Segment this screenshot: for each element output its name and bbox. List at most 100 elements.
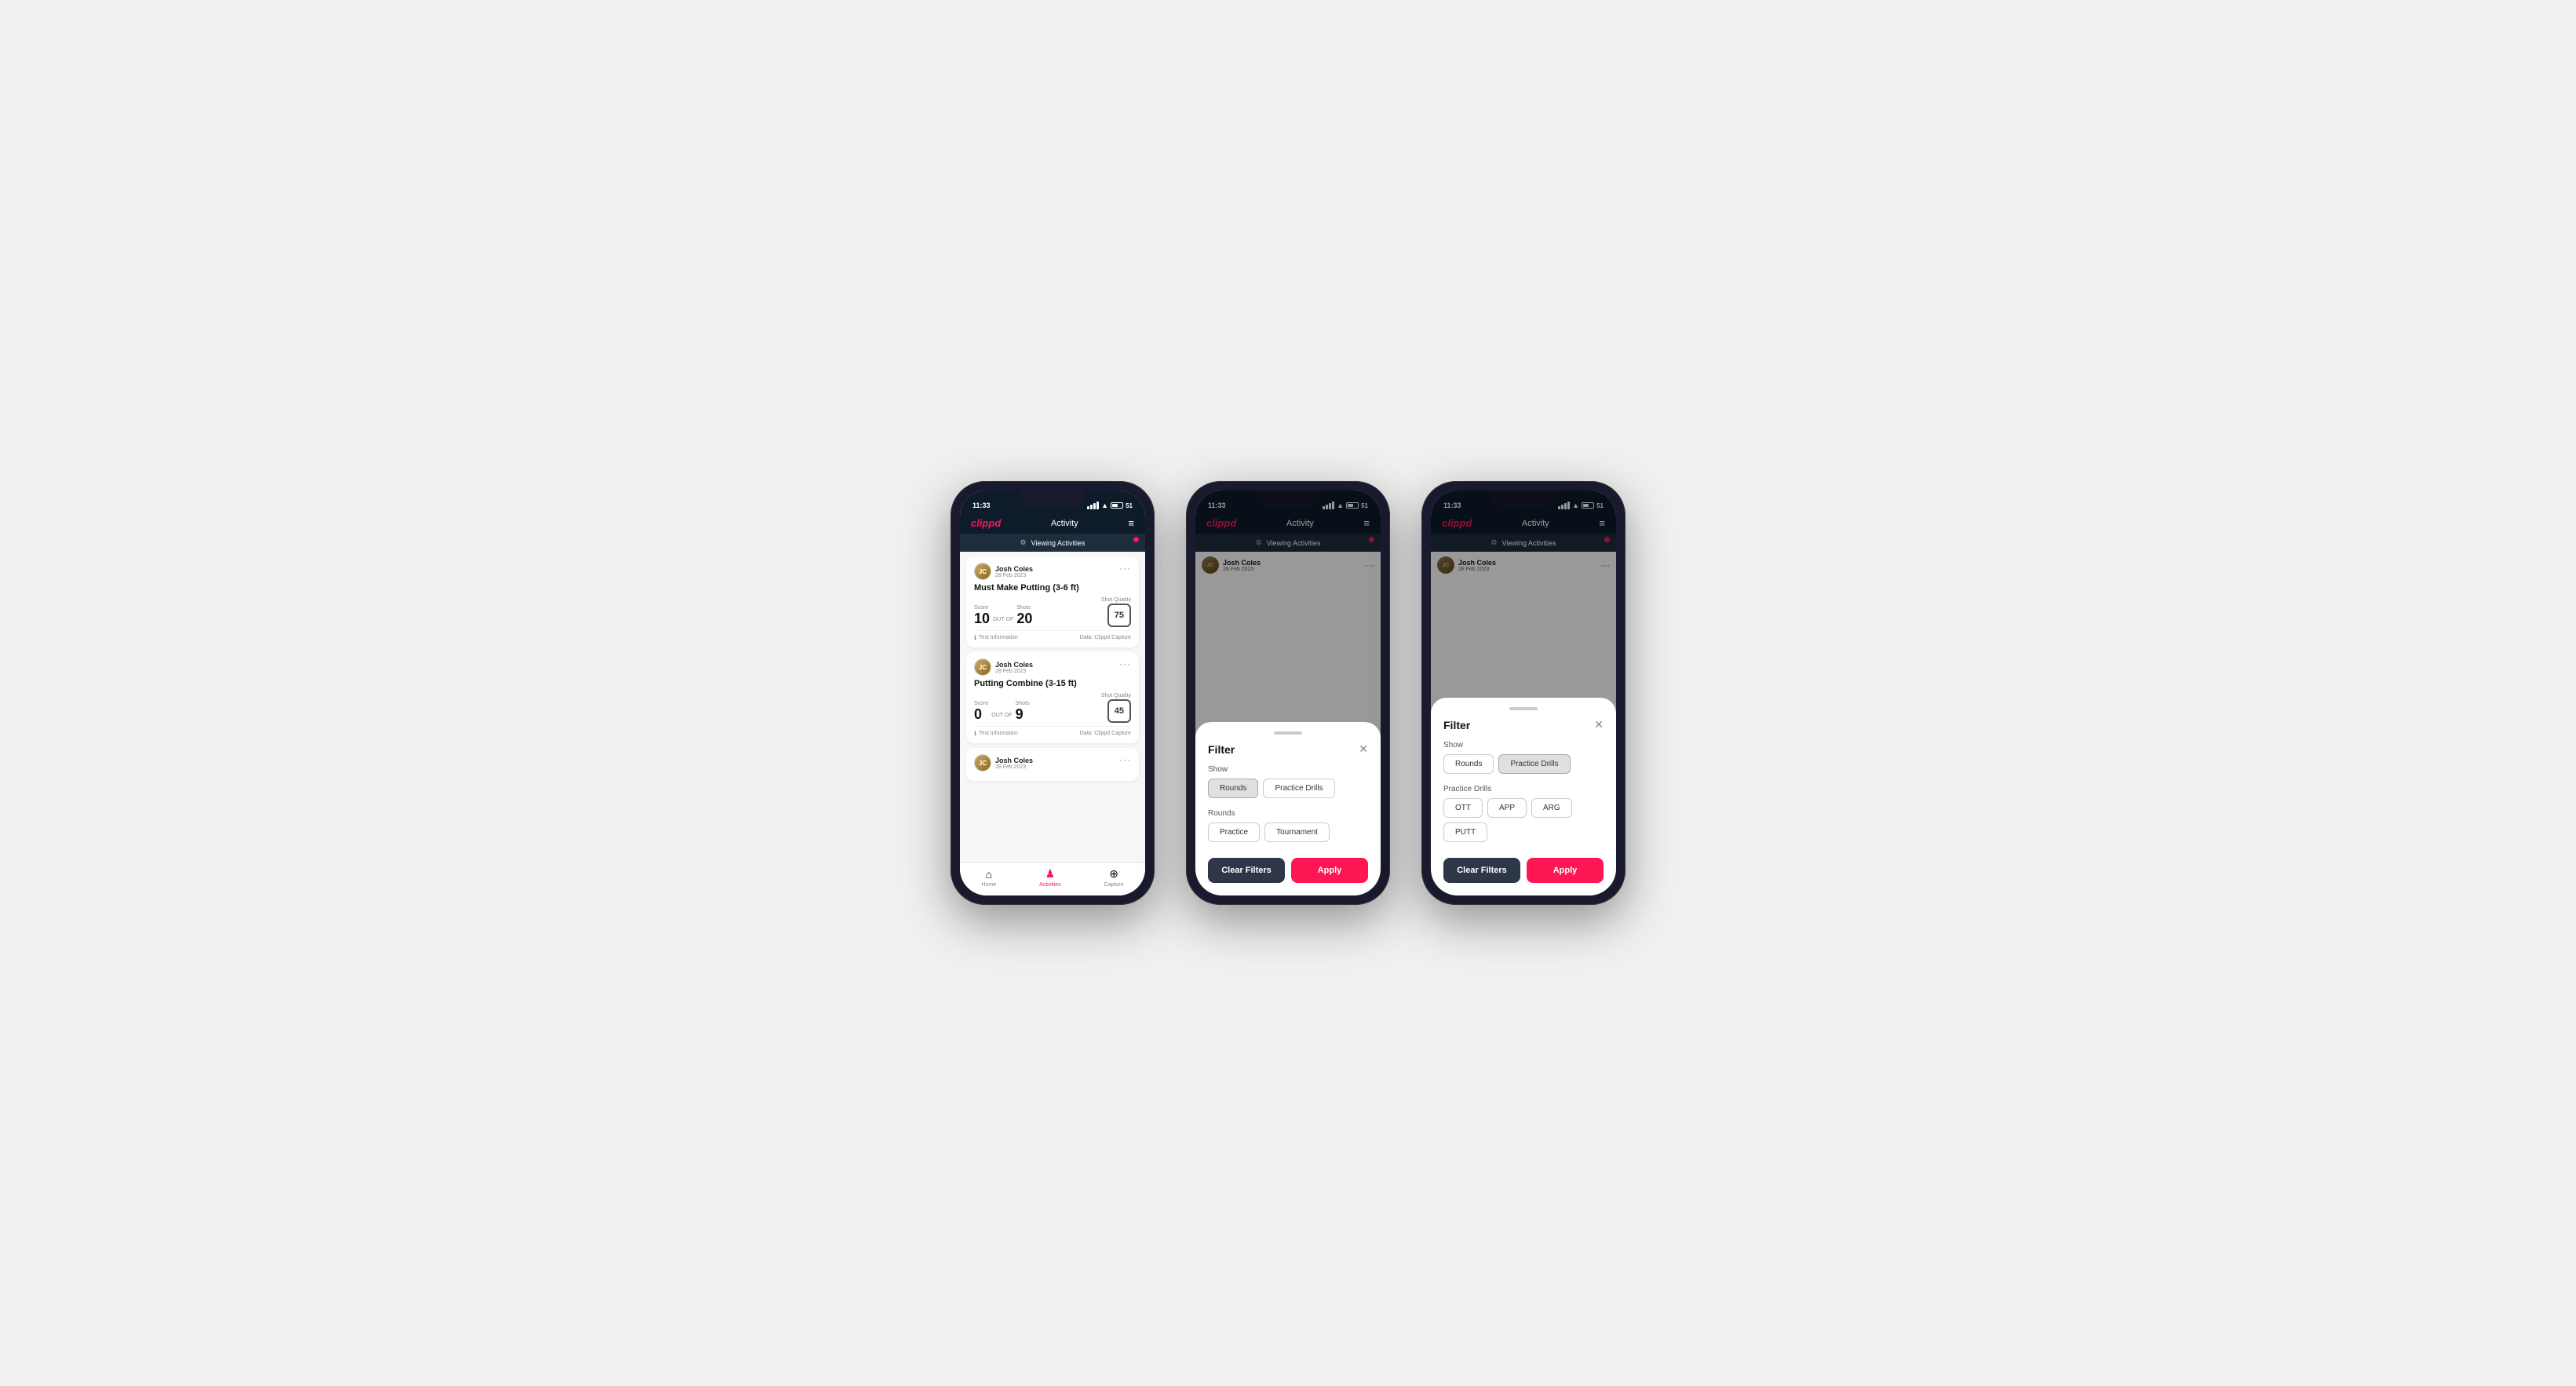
footer-info: ℹ Test Information bbox=[974, 634, 1018, 641]
avatar: JC bbox=[974, 754, 991, 771]
modal-handle bbox=[1509, 707, 1538, 710]
out-of-label: OUT OF bbox=[991, 713, 1012, 718]
filter-option-tournament[interactable]: Tournament bbox=[1264, 822, 1330, 842]
tab-home[interactable]: ⌂ Home bbox=[981, 868, 996, 888]
footer-info-text: Test Information bbox=[979, 731, 1018, 736]
out-of-label: OUT OF bbox=[993, 617, 1013, 622]
apply-button[interactable]: Apply bbox=[1527, 858, 1604, 883]
nav-menu-button[interactable]: ≡ bbox=[1128, 517, 1134, 529]
user-date: 28 Feb 2023 bbox=[995, 573, 1033, 578]
footer-data: Data: Clippd Capture bbox=[1080, 731, 1131, 736]
tab-label-activities: Activities bbox=[1039, 882, 1061, 888]
filter-modal-overlay: Filter ✕ Show Rounds Practice Drills Roun… bbox=[1195, 491, 1381, 895]
more-button[interactable]: ··· bbox=[1119, 563, 1131, 574]
card-title: Putting Combine (3-15 ft) bbox=[974, 679, 1131, 688]
tab-icon-home: ⌂ bbox=[986, 868, 992, 881]
tab-activities[interactable]: ♟ Activities bbox=[1039, 867, 1061, 888]
status-icons: ▲ 51 bbox=[1087, 502, 1133, 509]
stats-row: Score 0 OUT OF Shots 9 Shot Quality 45 bbox=[974, 693, 1131, 723]
phones-container: 11:33 ▲ 51 clippd Activity ≡ ⚙ Viewing A… bbox=[950, 481, 1626, 905]
modal-close-button[interactable]: ✕ bbox=[1594, 718, 1604, 731]
filter-option-app[interactable]: APP bbox=[1487, 798, 1527, 818]
score-value: 10 bbox=[974, 611, 990, 626]
show-option-practice-drills[interactable]: Practice Drills bbox=[1263, 779, 1334, 798]
filter-option-arg[interactable]: ARG bbox=[1531, 798, 1572, 818]
filter-modal-overlay: Filter ✕ Show RoundsPractice Drills Prac… bbox=[1431, 491, 1616, 895]
nav-title: Activity bbox=[1051, 519, 1078, 528]
filter-modal-sheet: Filter ✕ Show RoundsPractice Drills Prac… bbox=[1431, 698, 1616, 895]
tab-bar: ⌂ Home ♟ Activities ⊕ Capture bbox=[960, 862, 1145, 895]
filter-option-ott[interactable]: OTT bbox=[1443, 798, 1483, 818]
card-footer: ℹ Test Information Data: Clippd Capture bbox=[974, 630, 1131, 641]
modal-close-button[interactable]: ✕ bbox=[1359, 742, 1368, 756]
footer-info: ℹ Test Information bbox=[974, 730, 1018, 737]
modal-header: Filter ✕ bbox=[1208, 742, 1368, 756]
rounds-options: PracticeTournament bbox=[1208, 822, 1368, 842]
clear-filters-button[interactable]: Clear Filters bbox=[1208, 858, 1285, 883]
notification-dot bbox=[1133, 537, 1139, 542]
phone-inner: 11:33 ▲ 51 clippd Activity ≡ ⚙ Viewing A… bbox=[960, 491, 1145, 895]
wifi-icon: ▲ bbox=[1101, 502, 1108, 509]
show-label: Show bbox=[1208, 765, 1368, 774]
user-date: 28 Feb 2023 bbox=[995, 669, 1033, 674]
user-info: JC Josh Coles 28 Feb 2023 bbox=[974, 658, 1033, 676]
shots-value: 20 bbox=[1016, 611, 1032, 626]
card-header: JC Josh Coles 28 Feb 2023 ··· bbox=[974, 658, 1131, 676]
score-label: Score bbox=[974, 701, 988, 706]
shots-value: 9 bbox=[1016, 706, 1023, 722]
user-name: Josh Coles bbox=[995, 757, 1033, 764]
filter-option-practice[interactable]: Practice bbox=[1208, 822, 1260, 842]
phone-2: 11:33 ▲ 51 clippd Activity ≡ ⚙ Viewing A… bbox=[1186, 481, 1390, 905]
footer-data: Data: Clippd Capture bbox=[1080, 635, 1131, 640]
shot-quality-badge: 75 bbox=[1107, 604, 1131, 627]
user-date: 28 Feb 2023 bbox=[995, 764, 1033, 770]
show-option-practice-drills[interactable]: Practice Drills bbox=[1498, 754, 1570, 774]
shot-quality-label: Shot Quality bbox=[1101, 597, 1131, 603]
phone-notch bbox=[1021, 491, 1084, 508]
tab-capture[interactable]: ⊕ Capture bbox=[1104, 867, 1124, 888]
modal-footer: Clear Filters Apply bbox=[1208, 858, 1368, 883]
modal-title: Filter bbox=[1208, 743, 1235, 756]
show-options: RoundsPractice Drills bbox=[1443, 754, 1604, 774]
shot-quality-badge: 45 bbox=[1107, 699, 1131, 723]
battery-level: 51 bbox=[1126, 502, 1133, 509]
apply-button[interactable]: Apply bbox=[1291, 858, 1368, 883]
activity-card-1: JC Josh Coles 28 Feb 2023 ··· Putting Co… bbox=[966, 652, 1139, 743]
filter-option-putt[interactable]: PUTT bbox=[1443, 822, 1487, 842]
modal-handle bbox=[1274, 731, 1302, 735]
practice-drills-options: OTTAPPARG PUTT bbox=[1443, 798, 1604, 842]
footer-info-text: Test Information bbox=[979, 635, 1018, 640]
tab-label-capture: Capture bbox=[1104, 882, 1124, 888]
status-time: 11:33 bbox=[972, 502, 991, 509]
phone-1: 11:33 ▲ 51 clippd Activity ≡ ⚙ Viewing A… bbox=[950, 481, 1155, 905]
activity-card-0: JC Josh Coles 28 Feb 2023 ··· Must Make … bbox=[966, 556, 1139, 647]
nav-bar: clippd Activity ≡ bbox=[960, 512, 1145, 534]
show-option-rounds[interactable]: Rounds bbox=[1443, 754, 1494, 774]
user-name: Josh Coles bbox=[995, 565, 1033, 573]
card-title: Must Make Putting (3-6 ft) bbox=[974, 583, 1131, 593]
activity-card-partial: JC Josh Coles 28 Feb 2023 ··· bbox=[966, 748, 1139, 781]
modal-title: Filter bbox=[1443, 719, 1470, 731]
clear-filters-button[interactable]: Clear Filters bbox=[1443, 858, 1520, 883]
show-option-rounds[interactable]: Rounds bbox=[1208, 779, 1258, 798]
viewing-banner[interactable]: ⚙ Viewing Activities bbox=[960, 534, 1145, 552]
filter-icon: ⚙ bbox=[1020, 538, 1027, 547]
user-name: Josh Coles bbox=[995, 661, 1033, 669]
more-button[interactable]: ··· bbox=[1119, 658, 1131, 669]
shot-quality-label: Shot Quality bbox=[1101, 693, 1131, 698]
viewing-text: Viewing Activities bbox=[1031, 539, 1085, 547]
modal-header: Filter ✕ bbox=[1443, 718, 1604, 731]
tab-label-home: Home bbox=[981, 882, 996, 888]
show-label: Show bbox=[1443, 741, 1604, 750]
avatar: JC bbox=[974, 563, 991, 580]
user-info: JC Josh Coles 28 Feb 2023 bbox=[974, 563, 1033, 580]
modal-footer: Clear Filters Apply bbox=[1443, 858, 1604, 883]
filter-modal-sheet: Filter ✕ Show Rounds Practice Drills Roun… bbox=[1195, 722, 1381, 895]
practice-drills-label: Practice Drills bbox=[1443, 785, 1604, 793]
score-value: 0 bbox=[974, 706, 982, 722]
more-button[interactable]: ··· bbox=[1119, 754, 1131, 765]
rounds-label: Rounds bbox=[1208, 809, 1368, 818]
activities-content: JC Josh Coles 28 Feb 2023 ··· Must Make … bbox=[960, 552, 1145, 862]
card-header: JC Josh Coles 28 Feb 2023 ··· bbox=[974, 563, 1131, 580]
card-footer: ℹ Test Information Data: Clippd Capture bbox=[974, 726, 1131, 737]
